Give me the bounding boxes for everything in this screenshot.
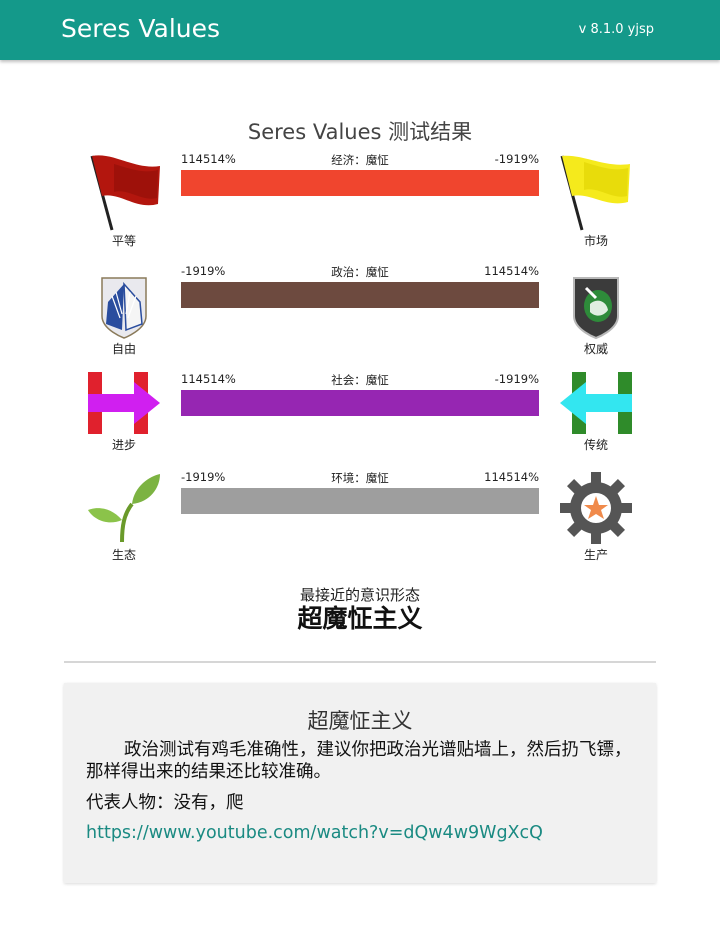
axis-bar-area: -1919% 政治：魔怔 114514% [181,264,539,308]
card-title: 超魔怔主义 [307,709,413,733]
axis-bar-area: -1919% 环境：魔怔 114514% [181,470,539,514]
axis-bar-area: 114514% 社会：魔怔 -1919% [181,372,539,416]
axis-text: 社会：魔怔 [331,373,389,387]
card-link[interactable]: https://www.youtube.com/watch?v=dQw4w9Wg… [86,823,543,843]
sprout-icon [88,470,168,550]
card-description: 政治测试有鸡毛准确性，建议你把政治光谱贴墙上，然后扔飞镖，那样得出来的结果还比较… [86,740,632,782]
left-label: 自由 [111,342,136,356]
result-title: Seres Values 测试结果 [247,120,473,144]
military-police-unicorn-icon [556,268,636,348]
axis-bar [181,282,539,308]
ideology-card: 超魔怔主义 政治测试有鸡毛准确性，建议你把政治光谱贴墙上，然后扔飞镖，那样得出来… [64,683,656,883]
right-percentage: 114514% [484,264,539,278]
wings-of-freedom-icon [84,268,164,348]
closest-ideology-value: 超魔怔主义 [297,604,423,633]
right-percentage: -1919% [494,152,539,166]
axis-environment: 生态 -1919% 环境：魔怔 114514% 生产 [0,470,720,575]
right-label: 权威 [583,342,608,356]
axis-bar [181,170,539,196]
yellow-flag-icon [556,152,636,232]
right-label: 市场 [583,234,608,248]
red-flag-icon [84,152,164,232]
right-percentage: 114514% [484,470,539,484]
axis-bar [181,390,539,416]
right-percentage: -1919% [494,372,539,386]
right-label: 传统 [583,438,608,452]
gear-star-icon [558,470,638,550]
card-representative: 代表人物：没有，爬 [86,793,244,813]
axis-text: 经济：魔怔 [331,153,389,167]
app-title: Seres Values [61,14,221,43]
axis-bar-area: 114514% 经济：魔怔 -1919% [181,152,539,196]
left-label: 生态 [111,548,136,562]
app-header: Seres Values v 8.1.0 yjsp [0,0,720,60]
left-label: 平等 [111,234,136,248]
axis-politics: 自由 -1919% 政治：魔怔 114514% 权威 [0,264,720,369]
axis-economy: 平等 114514% 经济：魔怔 -1919% 市场 [0,152,720,257]
axis-bar [181,488,539,514]
divider [64,661,656,663]
version-label: v 8.1.0 yjsp [578,22,654,37]
right-label: 生产 [583,548,608,562]
axis-society: 进步 114514% 社会：魔怔 -1919% 传统 [0,372,720,477]
left-label: 进步 [111,438,136,452]
